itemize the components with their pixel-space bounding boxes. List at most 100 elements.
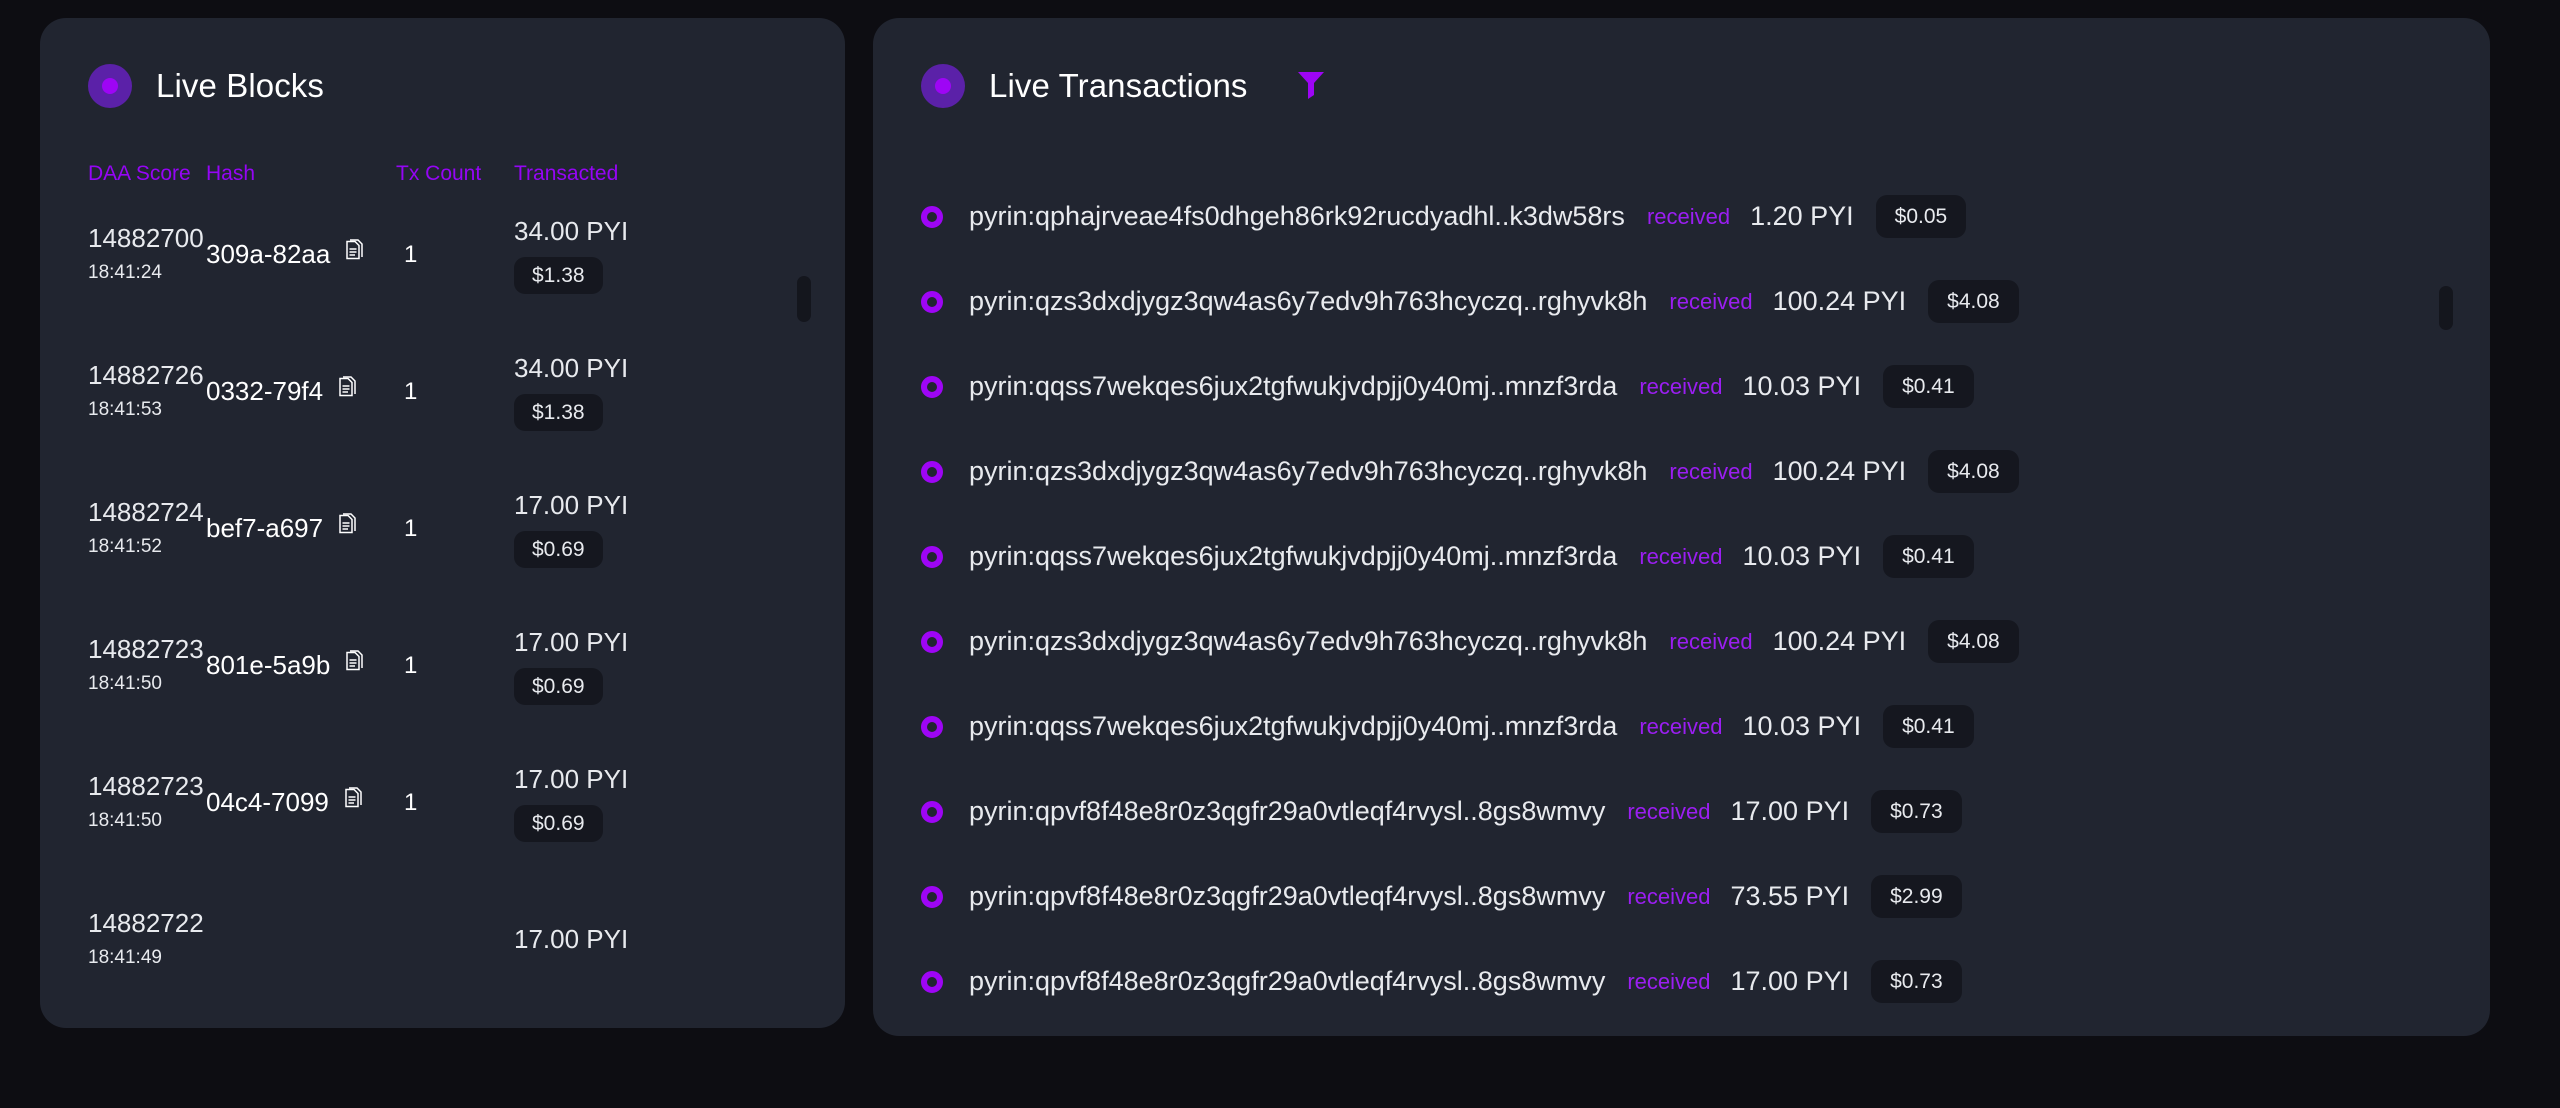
copy-document-icon[interactable] — [344, 239, 366, 270]
block-timestamp: 18:41:24 — [88, 261, 162, 283]
transaction-amount: 100.24 PYI — [1772, 286, 1907, 316]
transaction-usd-badge: $0.41 — [1883, 365, 1974, 408]
block-daa-score: 14882700 — [88, 223, 204, 254]
copy-document-icon[interactable] — [337, 376, 359, 407]
list-item[interactable]: pyrin:qpvf8f48e8r0z3qgfr29a0vtleqf4rvysl… — [873, 854, 2490, 939]
live-blocks-title: Live Blocks — [156, 67, 325, 104]
block-transacted-cell: 17.00 PYI $0.69 — [514, 490, 744, 568]
block-timestamp: 18:41:50 — [88, 672, 162, 694]
block-timestamp: 18:41:52 — [88, 535, 162, 557]
transactions-scrollbar[interactable] — [2439, 286, 2453, 986]
block-daa-score: 14882722 — [88, 908, 204, 939]
block-tx-count: 1 — [404, 788, 418, 816]
list-item[interactable]: pyrin:qqss7wekqes6jux2tgfwukjvdpjj0y40mj… — [873, 514, 2490, 599]
block-transacted-cell: 17.00 PYI $0.69 — [514, 627, 744, 705]
transaction-address[interactable]: pyrin:qqss7wekqes6jux2tgfwukjvdpjj0y40mj… — [969, 541, 1617, 572]
table-row[interactable]: 14882726 18:41:53 0332-79f4 1 34.00 PYI — [40, 323, 845, 460]
copy-document-icon[interactable] — [344, 650, 366, 681]
list-item[interactable]: pyrin:qzs3dxdjygz3qw4as6y7edv9h763hcyczq… — [873, 259, 2490, 344]
block-usd-badge: $0.69 — [514, 804, 603, 842]
transaction-amount: 100.24 PYI — [1772, 456, 1907, 486]
live-transactions-header: Live Transactions — [873, 18, 2490, 108]
block-hash-value: 309a-82aa — [206, 239, 331, 269]
blocks-scrollbar[interactable] — [797, 276, 811, 996]
list-item[interactable]: pyrin:qqss7wekqes6jux2tgfwukjvdpjj0y40mj… — [873, 684, 2490, 769]
block-daa-cell: 14882723 18:41:50 — [88, 636, 206, 694]
block-amount: 17.00 PYI — [514, 489, 629, 520]
transaction-address[interactable]: pyrin:qqss7wekqes6jux2tgfwukjvdpjj0y40mj… — [969, 711, 1617, 742]
block-tx-count: 1 — [404, 651, 418, 679]
transaction-address[interactable]: pyrin:qzs3dxdjygz3qw4as6y7edv9h763hcyczq… — [969, 626, 1647, 657]
transaction-amount: 100.24 PYI — [1772, 626, 1907, 656]
table-row[interactable]: 14882700 18:41:24 309a-82aa 1 34.00 PYI — [40, 186, 845, 323]
block-daa-score: 14882723 — [88, 771, 204, 802]
list-item[interactable]: pyrin:qzs3dxdjygz3qw4as6y7edv9h763hcyczq… — [873, 429, 2490, 514]
transaction-usd-badge: $4.08 — [1928, 620, 2019, 663]
list-item[interactable]: pyrin:qpvf8f48e8r0z3qgfr29a0vtleqf4rvysl… — [873, 939, 2490, 1016]
block-hash-cell: 04c4-7099 — [206, 787, 396, 818]
transactions-scrollbar-thumb[interactable] — [2439, 286, 2453, 330]
transaction-address[interactable]: pyrin:qzs3dxdjygz3qw4as6y7edv9h763hcyczq… — [969, 456, 1647, 487]
transaction-address[interactable]: pyrin:qpvf8f48e8r0z3qgfr29a0vtleqf4rvysl… — [969, 796, 1605, 827]
transaction-type: received — [1627, 798, 1711, 824]
table-row[interactable]: 14882724 18:41:52 bef7-a697 1 17.00 PYI — [40, 460, 845, 597]
list-item[interactable]: pyrin:qpvf8f48e8r0z3qgfr29a0vtleqf4rvysl… — [873, 769, 2490, 854]
live-pulse-icon — [88, 64, 132, 108]
transaction-usd-badge: $0.41 — [1883, 535, 1974, 578]
transaction-address[interactable]: pyrin:qzs3dxdjygz3qw4as6y7edv9h763hcyczq… — [969, 286, 1647, 317]
transaction-address[interactable]: pyrin:qpvf8f48e8r0z3qgfr29a0vtleqf4rvysl… — [969, 881, 1605, 912]
copy-document-icon[interactable] — [337, 513, 359, 544]
column-header-transacted: Transacted — [514, 162, 619, 185]
transaction-usd-badge: $2.99 — [1871, 875, 1962, 918]
transaction-address[interactable]: pyrin:qphajrveae4fs0dhgeh86rk92rucdyadhl… — [969, 201, 1625, 232]
transaction-amount: 1.20 PYI — [1750, 201, 1854, 231]
transaction-type: received — [1669, 628, 1753, 654]
block-daa-score: 14882723 — [88, 634, 204, 665]
list-item[interactable]: pyrin:qqss7wekqes6jux2tgfwukjvdpjj0y40mj… — [873, 344, 2490, 429]
block-tx-count: 1 — [404, 240, 418, 268]
transaction-type: received — [1639, 543, 1723, 569]
transaction-address[interactable]: pyrin:qpvf8f48e8r0z3qgfr29a0vtleqf4rvysl… — [969, 966, 1605, 997]
block-usd-badge: $1.38 — [514, 393, 603, 431]
transaction-type: received — [1627, 968, 1711, 994]
transaction-amount: 17.00 PYI — [1730, 796, 1850, 826]
block-usd-badge: $1.38 — [514, 256, 603, 294]
transaction-status-icon — [921, 630, 943, 653]
dashboard-root: Live Blocks DAA Score Hash Tx Count Tran… — [0, 0, 2560, 1108]
block-tx-count: 1 — [404, 377, 418, 405]
list-item[interactable]: pyrin:qphajrveae4fs0dhgeh86rk92rucdyadhl… — [873, 174, 2490, 259]
block-daa-cell: 14882722 18:41:49 — [88, 910, 206, 968]
list-item[interactable]: pyrin:qzs3dxdjygz3qw4as6y7edv9h763hcyczq… — [873, 599, 2490, 684]
blocks-scrollbar-thumb[interactable] — [797, 276, 811, 322]
transaction-status-icon — [921, 970, 943, 993]
block-daa-cell: 14882724 18:41:52 — [88, 499, 206, 557]
transaction-type: received — [1627, 883, 1711, 909]
live-transactions-list: pyrin:qphajrveae4fs0dhgeh86rk92rucdyadhl… — [873, 108, 2490, 1016]
table-row[interactable]: 14882722 18:41:49 17.00 PYI — [40, 871, 845, 1006]
live-blocks-table: DAA Score Hash Tx Count Transacted 14882… — [40, 108, 845, 1006]
live-transactions-panel: Live Transactions pyrin:qphajrveae4fs0dh… — [873, 18, 2490, 1036]
transaction-status-icon — [921, 545, 943, 568]
transaction-amount: 10.03 PYI — [1742, 541, 1862, 571]
transaction-status-icon — [921, 715, 943, 738]
table-row[interactable]: 14882723 18:41:50 801e-5a9b 1 17.00 PYI — [40, 597, 845, 734]
column-header-tx-count: Tx Count — [396, 162, 482, 185]
filter-funnel-icon[interactable] — [1294, 67, 1328, 106]
transaction-amount: 10.03 PYI — [1742, 371, 1862, 401]
transaction-usd-badge: $4.08 — [1928, 450, 2019, 493]
transaction-status-icon — [921, 375, 943, 398]
table-row[interactable]: 14882723 18:41:50 04c4-7099 1 17.00 PYI — [40, 734, 845, 871]
transaction-amount: 17.00 PYI — [1730, 966, 1850, 996]
copy-document-icon[interactable] — [343, 787, 365, 818]
block-amount: 17.00 PYI — [514, 924, 629, 954]
transaction-usd-badge: $4.08 — [1928, 280, 2019, 323]
transaction-usd-badge: $0.41 — [1883, 705, 1974, 748]
block-transacted-cell: 34.00 PYI $1.38 — [514, 353, 744, 431]
block-amount: 34.00 PYI — [514, 352, 629, 383]
block-hash-value: 0332-79f4 — [206, 376, 324, 406]
transaction-address[interactable]: pyrin:qqss7wekqes6jux2tgfwukjvdpjj0y40mj… — [969, 371, 1617, 402]
transaction-type: received — [1669, 288, 1753, 314]
transaction-usd-badge: $0.73 — [1871, 960, 1962, 1003]
transaction-amount: 73.55 PYI — [1730, 881, 1850, 911]
block-hash-cell: 801e-5a9b — [206, 650, 396, 681]
